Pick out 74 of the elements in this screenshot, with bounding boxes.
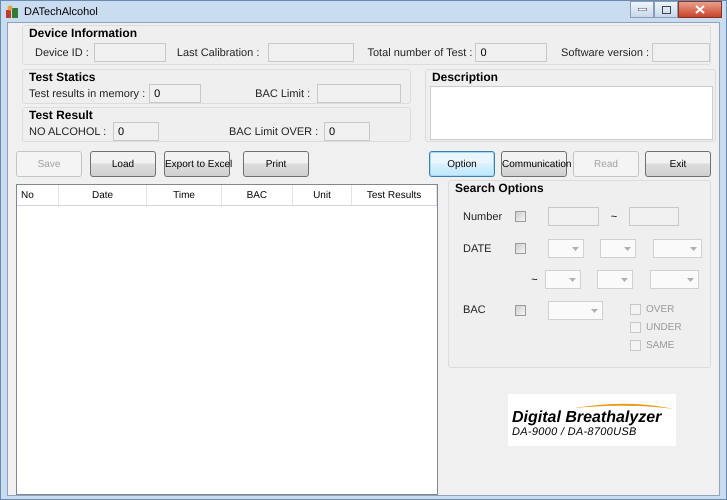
column-header[interactable]: BAC — [221, 185, 292, 206]
field-label: Last Calibration : — [176, 46, 260, 58]
field-label: Device ID : — [35, 46, 90, 58]
dropdown[interactable] — [548, 301, 603, 320]
input-field[interactable] — [652, 43, 710, 62]
maximize-icon — [662, 6, 670, 14]
caret-icon — [624, 246, 631, 250]
checkbox-label: OVER — [646, 304, 674, 315]
column-header[interactable]: Unit — [292, 185, 352, 206]
range-separator: ~ — [530, 274, 539, 286]
logo-title: Digital Breathalyzer — [512, 409, 662, 426]
field-label: Total number of Test : — [367, 46, 474, 58]
checkbox[interactable] — [515, 305, 526, 316]
input-field[interactable]: 0 — [324, 122, 370, 141]
input-field[interactable] — [94, 43, 166, 62]
dropdown[interactable] — [597, 270, 633, 289]
checkbox-label: UNDER — [646, 322, 682, 333]
dropdown[interactable] — [548, 239, 584, 258]
minimize-button[interactable] — [630, 1, 654, 18]
group-title: Search Options — [455, 181, 545, 195]
field-label: DATE — [463, 242, 493, 254]
caret-icon — [591, 308, 598, 312]
app-icon — [5, 4, 19, 18]
input-field[interactable]: 0 — [149, 84, 202, 103]
button[interactable]: Option — [429, 151, 495, 177]
group-title: Description — [432, 70, 500, 84]
group-title: Device Information — [29, 26, 138, 40]
caret-icon — [572, 246, 579, 250]
dropdown[interactable] — [650, 270, 699, 289]
field-label: BAC Limit OVER : — [229, 126, 320, 138]
checkbox-label: SAME — [646, 340, 674, 351]
input-field[interactable] — [317, 84, 402, 103]
logo-subtitle: DA-9000 / DA-8700USB — [512, 426, 637, 438]
input-field[interactable] — [548, 207, 599, 226]
dropdown[interactable] — [545, 270, 581, 289]
minimize-icon — [638, 8, 646, 11]
input-field[interactable]: 0 — [475, 43, 548, 62]
dropdown[interactable] — [600, 239, 636, 258]
field-label: Software version : — [561, 46, 650, 58]
column-header[interactable]: No — [17, 185, 58, 206]
group-title: Test Result — [29, 108, 94, 122]
column-header[interactable]: Date — [58, 185, 147, 206]
button[interactable]: Print — [243, 151, 309, 177]
field-label: BAC Limit : — [255, 88, 312, 100]
checkbox[interactable] — [515, 211, 526, 222]
close-button[interactable] — [678, 1, 722, 18]
field-label: NO ALCOHOL : — [29, 126, 108, 138]
checkbox[interactable] — [630, 322, 641, 333]
description-field[interactable] — [430, 86, 713, 140]
swoosh-icon — [574, 402, 674, 409]
input-field[interactable] — [268, 43, 354, 62]
input-field[interactable] — [629, 207, 679, 226]
input-field[interactable]: 0 — [113, 122, 159, 141]
range-separator: ~ — [610, 210, 618, 222]
window-title: DATechAlcohol — [24, 6, 98, 18]
caret-icon — [621, 278, 628, 282]
dropdown[interactable] — [653, 239, 702, 258]
field-label: Test results in memory : — [29, 88, 146, 100]
checkbox[interactable] — [515, 243, 526, 254]
group-title: Test Statics — [29, 70, 96, 84]
checkbox[interactable] — [630, 304, 641, 315]
button[interactable]: Load — [90, 151, 156, 177]
field-label: BAC — [463, 303, 487, 318]
checkbox[interactable] — [630, 340, 641, 351]
field-label: Number — [463, 210, 504, 222]
maximize-button[interactable] — [654, 1, 678, 18]
button[interactable]: Exit — [645, 151, 711, 177]
close-icon — [695, 5, 705, 14]
button[interactable]: Export to Excel — [164, 151, 230, 177]
caret-icon — [687, 278, 694, 282]
caret-icon — [690, 246, 697, 250]
column-header[interactable]: Test Results — [352, 185, 436, 206]
column-header[interactable]: Time — [146, 185, 222, 206]
caret-icon — [569, 278, 576, 282]
